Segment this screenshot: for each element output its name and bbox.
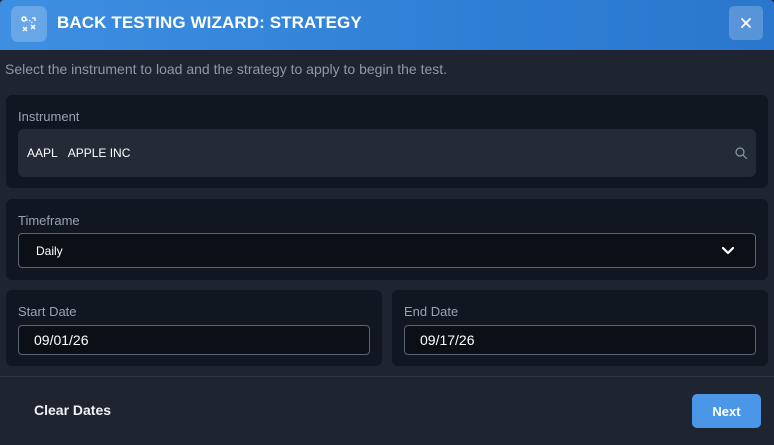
instrument-search-field[interactable]: AAPL APPLE INC (18, 129, 756, 177)
timeframe-label: Timeframe (18, 213, 80, 228)
start-date-input[interactable] (18, 325, 370, 355)
search-icon[interactable] (734, 146, 748, 160)
clear-dates-button[interactable]: Clear Dates (34, 402, 111, 418)
instrument-label: Instrument (18, 109, 80, 124)
timeframe-value: Daily (36, 244, 63, 258)
footer-divider (0, 376, 774, 377)
backtest-wizard-dialog: BACK TESTING WIZARD: STRATEGY Select the… (0, 0, 774, 445)
instrument-name: APPLE INC (67, 146, 131, 160)
end-date-input[interactable] (404, 325, 756, 355)
timeframe-select[interactable]: Daily (18, 233, 756, 268)
chevron-down-icon (721, 246, 735, 255)
dialog-header: BACK TESTING WIZARD: STRATEGY (0, 0, 774, 50)
instructions-text: Select the instrument to load and the st… (5, 61, 448, 77)
instrument-symbol: AAPL (27, 146, 58, 160)
dialog-title: BACK TESTING WIZARD: STRATEGY (57, 13, 362, 32)
strategy-icon (11, 6, 47, 42)
instrument-value: AAPL APPLE INC (27, 146, 140, 160)
start-date-label: Start Date (18, 304, 77, 319)
close-icon (741, 18, 751, 28)
close-button[interactable] (729, 6, 763, 40)
end-date-label: End Date (404, 304, 459, 319)
next-button[interactable]: Next (692, 394, 761, 428)
